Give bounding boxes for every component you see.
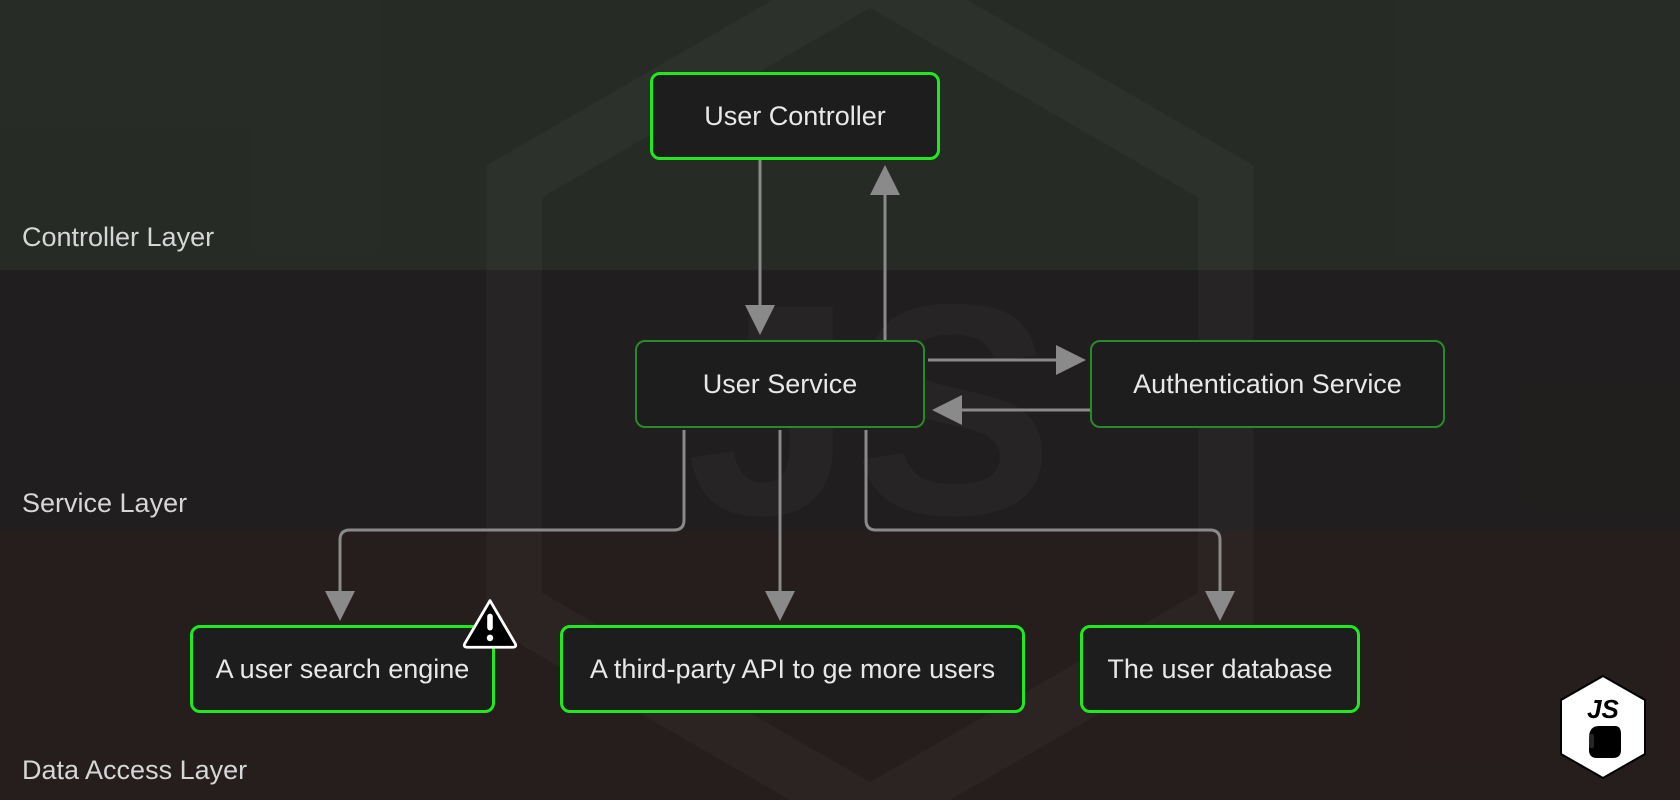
node-third-party-api: A third-party API to ge more users (560, 625, 1025, 713)
node-label: Authentication Service (1133, 369, 1402, 400)
layer-label-controller: Controller Layer (22, 222, 214, 253)
nodejs-logo-icon: JS (1548, 672, 1658, 782)
warning-icon (462, 597, 518, 649)
diagram-stage: JS Controller Layer Service Layer Data A… (0, 0, 1680, 800)
node-label: A third-party API to ge more users (590, 654, 995, 685)
layer-label-service: Service Layer (22, 488, 187, 519)
layer-label-data: Data Access Layer (22, 755, 247, 786)
node-user-service: User Service (635, 340, 925, 428)
node-label: The user database (1107, 654, 1332, 685)
node-label: User Service (703, 369, 858, 400)
node-label: A user search engine (216, 654, 470, 685)
node-search-engine: A user search engine (190, 625, 495, 713)
node-label: User Controller (704, 101, 886, 132)
node-user-database: The user database (1080, 625, 1360, 713)
node-user-controller: User Controller (650, 72, 940, 160)
node-auth-service: Authentication Service (1090, 340, 1445, 428)
svg-text:JS: JS (1587, 694, 1619, 724)
